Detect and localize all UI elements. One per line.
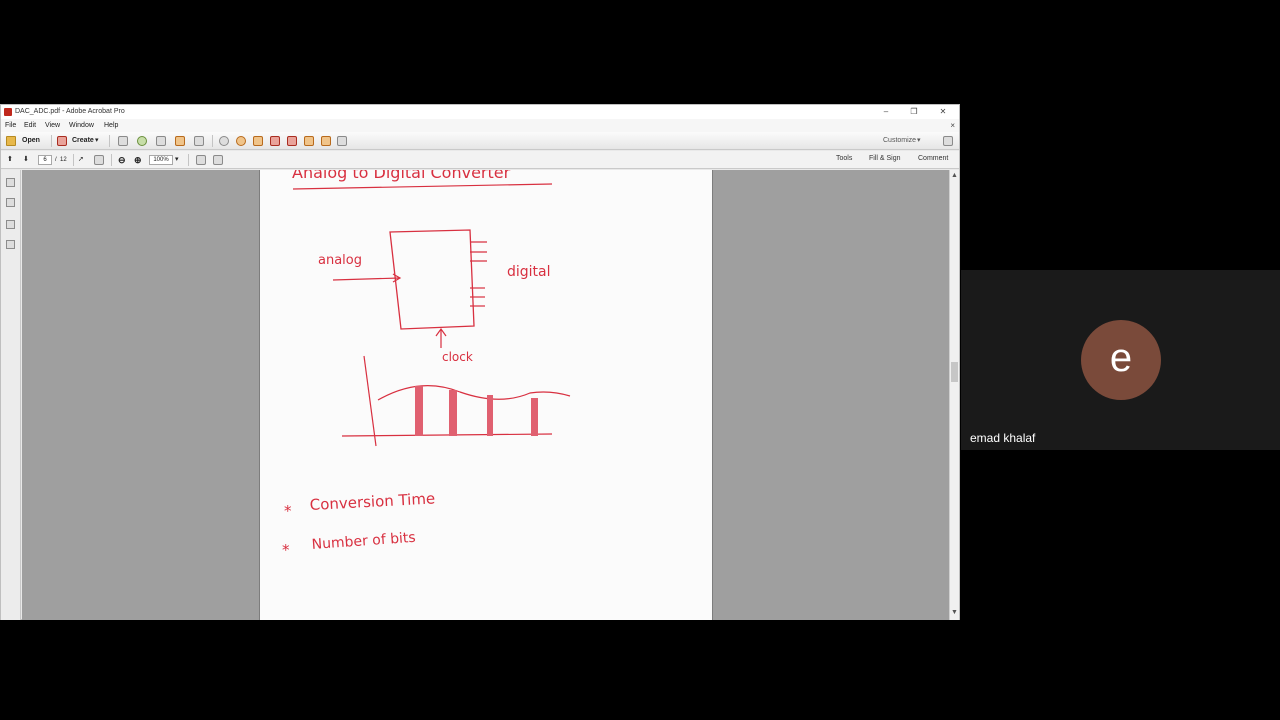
- save-icon[interactable]: [118, 136, 128, 146]
- comment-pane-button[interactable]: Comment: [918, 155, 948, 162]
- next-page-icon[interactable]: ⬇: [23, 154, 29, 166]
- page-separator: /: [55, 157, 57, 163]
- menu-window[interactable]: Window: [69, 122, 94, 129]
- toolbar-divider: [212, 135, 213, 147]
- fill-sign-pane-button[interactable]: Fill & Sign: [869, 155, 901, 162]
- zoom-level-input[interactable]: 100%: [149, 155, 173, 165]
- toolbar-divider: [51, 135, 52, 147]
- menu-file[interactable]: File: [5, 122, 16, 129]
- acrobat-app-icon: [4, 108, 12, 116]
- page-number-input[interactable]: 6: [38, 155, 52, 165]
- toolbar-divider: [73, 154, 74, 166]
- document-viewport[interactable]: Analog to Digital Converter analog digit…: [22, 170, 949, 620]
- attachments-icon[interactable]: [6, 240, 15, 249]
- bullet-marker-2: *: [282, 541, 290, 559]
- navigation-toolbar: ⬆ ⬇ 6 / 12 ➚ ⊖ ⊕ 100% ▾ Tools Fill & Sig…: [1, 151, 959, 169]
- create-button[interactable]: Create: [72, 135, 94, 147]
- tools-pane-button[interactable]: Tools: [836, 155, 852, 162]
- expand-icon[interactable]: [943, 136, 953, 146]
- close-document-button[interactable]: ×: [950, 121, 955, 130]
- customize-chevron-icon[interactable]: ▾: [917, 135, 921, 147]
- zoom-out-icon[interactable]: ⊖: [118, 154, 126, 166]
- heading-underline: [292, 183, 553, 190]
- analog-waveform: [377, 385, 571, 401]
- acrobat-window: DAC_ADC.pdf - Adobe Acrobat Pro – ❐ ✕ Fi…: [0, 104, 960, 620]
- edit-icon[interactable]: [175, 136, 185, 146]
- upload-cloud-icon[interactable]: [137, 136, 147, 146]
- close-window-button[interactable]: ✕: [930, 106, 956, 118]
- menu-help[interactable]: Help: [104, 122, 118, 129]
- title-bar: DAC_ADC.pdf - Adobe Acrobat Pro – ❐ ✕: [1, 105, 959, 119]
- scroll-up-icon[interactable]: ▲: [951, 172, 958, 179]
- participant-video-tile[interactable]: e emad khalaf: [961, 270, 1280, 450]
- bullet-number-of-bits: Number of bits: [311, 530, 416, 553]
- stamp-icon[interactable]: [270, 136, 280, 146]
- create-pdf-icon: [57, 136, 67, 146]
- comment-bubble-icon[interactable]: [236, 136, 246, 146]
- bullet-conversion-time: Conversion Time: [309, 489, 435, 514]
- scrollbar-thumb[interactable]: [951, 362, 958, 382]
- zoom-in-icon[interactable]: ⊕: [134, 154, 142, 166]
- bullet-marker-1: *: [284, 502, 292, 520]
- page-heading: Analog to Digital Converter: [292, 170, 511, 182]
- participant-avatar: e: [1081, 320, 1161, 400]
- toolbar-divider: [109, 135, 110, 147]
- main-toolbar: Open Create ▾ Customize ▾: [1, 132, 959, 150]
- highlight-icon[interactable]: [253, 136, 263, 146]
- fit-page-icon[interactable]: [196, 155, 206, 165]
- plot-x-axis: [341, 433, 553, 437]
- toolbar-divider: [188, 154, 189, 166]
- attach-file-icon[interactable]: [287, 136, 297, 146]
- toolbar-divider: [111, 154, 112, 166]
- input-arrow: [332, 277, 401, 281]
- page-count: 12: [60, 157, 67, 163]
- signatures-icon[interactable]: [6, 220, 15, 229]
- text-box-icon[interactable]: [337, 136, 347, 146]
- vertical-scrollbar[interactable]: ▲ ▼: [949, 170, 959, 620]
- zoom-dropdown-chevron-icon[interactable]: ▾: [175, 154, 179, 166]
- print-icon[interactable]: [156, 136, 166, 146]
- scroll-down-icon[interactable]: ▼: [951, 609, 958, 616]
- fullscreen-icon[interactable]: [213, 155, 223, 165]
- email-icon[interactable]: [194, 136, 204, 146]
- pdf-page: Analog to Digital Converter analog digit…: [259, 170, 713, 620]
- restore-button[interactable]: ❐: [901, 106, 927, 118]
- analog-label: analog: [318, 253, 362, 268]
- select-pointer-icon[interactable]: ➚: [78, 154, 84, 166]
- customize-button[interactable]: Customize: [883, 135, 916, 147]
- sample-bars: [415, 386, 538, 436]
- bookmarks-icon[interactable]: [6, 198, 15, 207]
- converter-box: [389, 229, 475, 330]
- hand-tool-icon[interactable]: [94, 155, 104, 165]
- plot-y-axis: [363, 355, 377, 447]
- handwritten-notes: Analog to Digital Converter analog digit…: [282, 170, 571, 559]
- page-thumbnails-icon[interactable]: [6, 178, 15, 187]
- redact-icon[interactable]: [321, 136, 331, 146]
- window-title: DAC_ADC.pdf - Adobe Acrobat Pro: [15, 108, 125, 115]
- menu-view[interactable]: View: [45, 122, 60, 129]
- menu-edit[interactable]: Edit: [24, 122, 36, 129]
- digital-label: digital: [507, 264, 551, 280]
- open-folder-icon: [6, 136, 16, 146]
- open-button[interactable]: Open: [22, 135, 40, 147]
- screen: DAC_ADC.pdf - Adobe Acrobat Pro – ❐ ✕ Fi…: [0, 0, 1280, 720]
- participant-name: emad khalaf: [970, 431, 1036, 445]
- create-dropdown-chevron-icon[interactable]: ▾: [95, 135, 99, 147]
- navigation-pane: [1, 170, 21, 620]
- previous-page-icon[interactable]: ⬆: [7, 154, 13, 166]
- minimize-button[interactable]: –: [873, 106, 899, 118]
- settings-gear-icon[interactable]: [219, 136, 229, 146]
- clock-label: clock: [442, 350, 473, 364]
- menu-bar: File Edit View Window Help ×: [1, 119, 959, 132]
- sign-icon[interactable]: [304, 136, 314, 146]
